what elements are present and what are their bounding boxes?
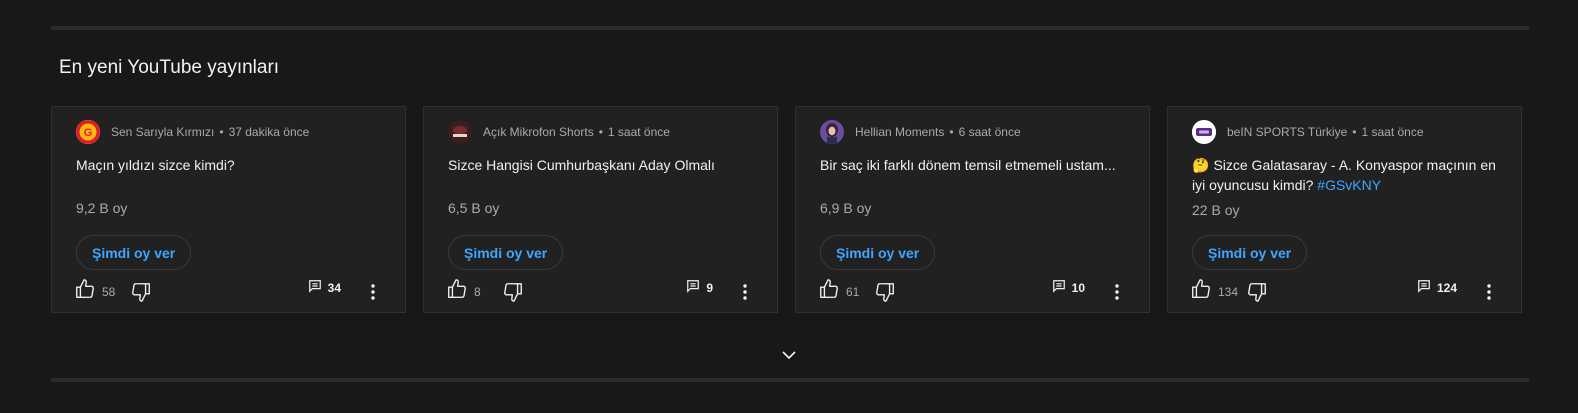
more-vert-icon[interactable] xyxy=(1479,282,1499,302)
comments-button[interactable]: 10 xyxy=(1052,278,1085,298)
post-header: Açık Mikrofon Shorts • 1 saat önce xyxy=(448,120,670,144)
action-bar: 61 10 xyxy=(818,278,1127,302)
comment-count: 34 xyxy=(327,281,341,295)
thumbs-down-icon[interactable] xyxy=(502,281,524,303)
more-vert-icon[interactable] xyxy=(735,282,755,302)
poll-question: Maçın yıldızı sizce kimdi? xyxy=(76,155,386,175)
action-bar: 58 34 xyxy=(74,278,383,302)
post-header: G Sen Sarıyla Kırmızı • 37 dakika önce xyxy=(76,120,309,144)
microphone-channel-icon[interactable] xyxy=(448,120,472,144)
vote-count: 22 B oy xyxy=(1192,202,1240,218)
post-header: Hellian Moments • 6 saat önce xyxy=(820,120,1021,144)
separator-dot: • xyxy=(219,125,224,139)
section-title: En yeni YouTube yayınları xyxy=(59,57,280,78)
thumbs-down-icon[interactable] xyxy=(1246,281,1268,303)
thumbs-up-icon[interactable] xyxy=(446,278,468,305)
galatasaray-logo-icon[interactable]: G xyxy=(76,120,100,144)
post-time: 37 dakika önce xyxy=(228,125,310,139)
separator-dot: • xyxy=(598,125,603,139)
vote-now-button[interactable]: Şimdi oy ver xyxy=(1192,235,1308,270)
like-count: 58 xyxy=(102,284,116,299)
thinking-emoji: 🤔 xyxy=(1192,157,1210,173)
like-count: 8 xyxy=(474,284,481,299)
comments-button[interactable]: 34 xyxy=(308,278,341,298)
vote-now-button[interactable]: Şimdi oy ver xyxy=(448,235,564,270)
chevron-down-icon[interactable] xyxy=(781,349,797,361)
like-group: 61 xyxy=(818,278,896,305)
comments-button[interactable]: 9 xyxy=(686,278,713,298)
comment-count: 9 xyxy=(706,281,713,295)
like-count: 134 xyxy=(1218,284,1239,299)
svg-text:G: G xyxy=(84,127,93,139)
post-time: 6 saat önce xyxy=(958,125,1021,139)
like-group: 8 xyxy=(446,278,524,305)
vote-count: 9,2 B oy xyxy=(76,200,128,216)
thumbs-up-icon[interactable] xyxy=(74,278,96,305)
comment-icon xyxy=(1417,279,1431,298)
character-portrait-icon[interactable] xyxy=(820,120,844,144)
bottom-divider xyxy=(51,378,1529,382)
post-card: beIN SPORTS Türkiye • 1 saat önce 🤔 Sizce… xyxy=(1167,106,1522,313)
thumbs-down-icon[interactable] xyxy=(130,281,152,303)
channel-name[interactable]: Hellian Moments xyxy=(855,125,944,139)
poll-question: Sizce Hangisi Cumhurbaşkanı Aday Olmalı xyxy=(448,155,758,175)
channel-name[interactable]: Sen Sarıyla Kırmızı xyxy=(111,125,214,139)
vote-count: 6,5 B oy xyxy=(448,200,500,216)
poll-question: Bir saç iki farklı dönem temsil etmemeli… xyxy=(820,155,1130,175)
separator-dot: • xyxy=(1352,125,1357,139)
question-text: Maçın yıldızı sizce kimdi? xyxy=(76,157,235,173)
comment-count: 124 xyxy=(1436,281,1457,295)
hashtag-link[interactable]: #GSvKNY xyxy=(1317,177,1381,193)
more-vert-icon[interactable] xyxy=(363,282,383,302)
separator-dot: • xyxy=(949,125,954,139)
vote-now-button[interactable]: Şimdi oy ver xyxy=(76,235,192,270)
top-divider xyxy=(51,26,1529,30)
like-group: 134 xyxy=(1190,278,1268,305)
channel-name[interactable]: beIN SPORTS Türkiye xyxy=(1227,125,1347,139)
vote-now-button[interactable]: Şimdi oy ver xyxy=(820,235,936,270)
more-vert-icon[interactable] xyxy=(1107,282,1127,302)
poll-question: 🤔 Sizce Galatasaray - A. Konyaspor maçını… xyxy=(1192,155,1502,195)
thumbs-down-icon[interactable] xyxy=(874,281,896,303)
post-time: 1 saat önce xyxy=(607,125,670,139)
post-time: 1 saat önce xyxy=(1361,125,1424,139)
like-count: 61 xyxy=(846,284,860,299)
post-card: Açık Mikrofon Shorts • 1 saat önce Sizce… xyxy=(423,106,778,313)
like-group: 58 xyxy=(74,278,152,305)
post-card: G Sen Sarıyla Kırmızı • 37 dakika önce M… xyxy=(51,106,406,313)
vote-count: 6,9 B oy xyxy=(820,200,872,216)
comment-count: 10 xyxy=(1071,281,1085,295)
action-bar: 8 9 xyxy=(446,278,755,302)
comment-icon xyxy=(686,279,700,298)
channel-name[interactable]: Açık Mikrofon Shorts xyxy=(483,125,594,139)
thumbs-up-icon[interactable] xyxy=(1190,278,1212,305)
question-text: Sizce Hangisi Cumhurbaşkanı Aday Olmalı xyxy=(448,157,715,173)
posts-row: G Sen Sarıyla Kırmızı • 37 dakika önce M… xyxy=(51,106,1522,313)
bein-sports-logo-icon[interactable] xyxy=(1192,120,1216,144)
comments-button[interactable]: 124 xyxy=(1417,278,1457,298)
thumbs-up-icon[interactable] xyxy=(818,278,840,305)
comment-icon xyxy=(1052,279,1066,298)
action-bar: 134 124 xyxy=(1190,278,1499,302)
post-header: beIN SPORTS Türkiye • 1 saat önce xyxy=(1192,120,1424,144)
comment-icon xyxy=(308,279,322,298)
question-text: Bir saç iki farklı dönem temsil etmemeli… xyxy=(820,157,1116,173)
post-card: Hellian Moments • 6 saat önce Bir saç ik… xyxy=(795,106,1150,313)
